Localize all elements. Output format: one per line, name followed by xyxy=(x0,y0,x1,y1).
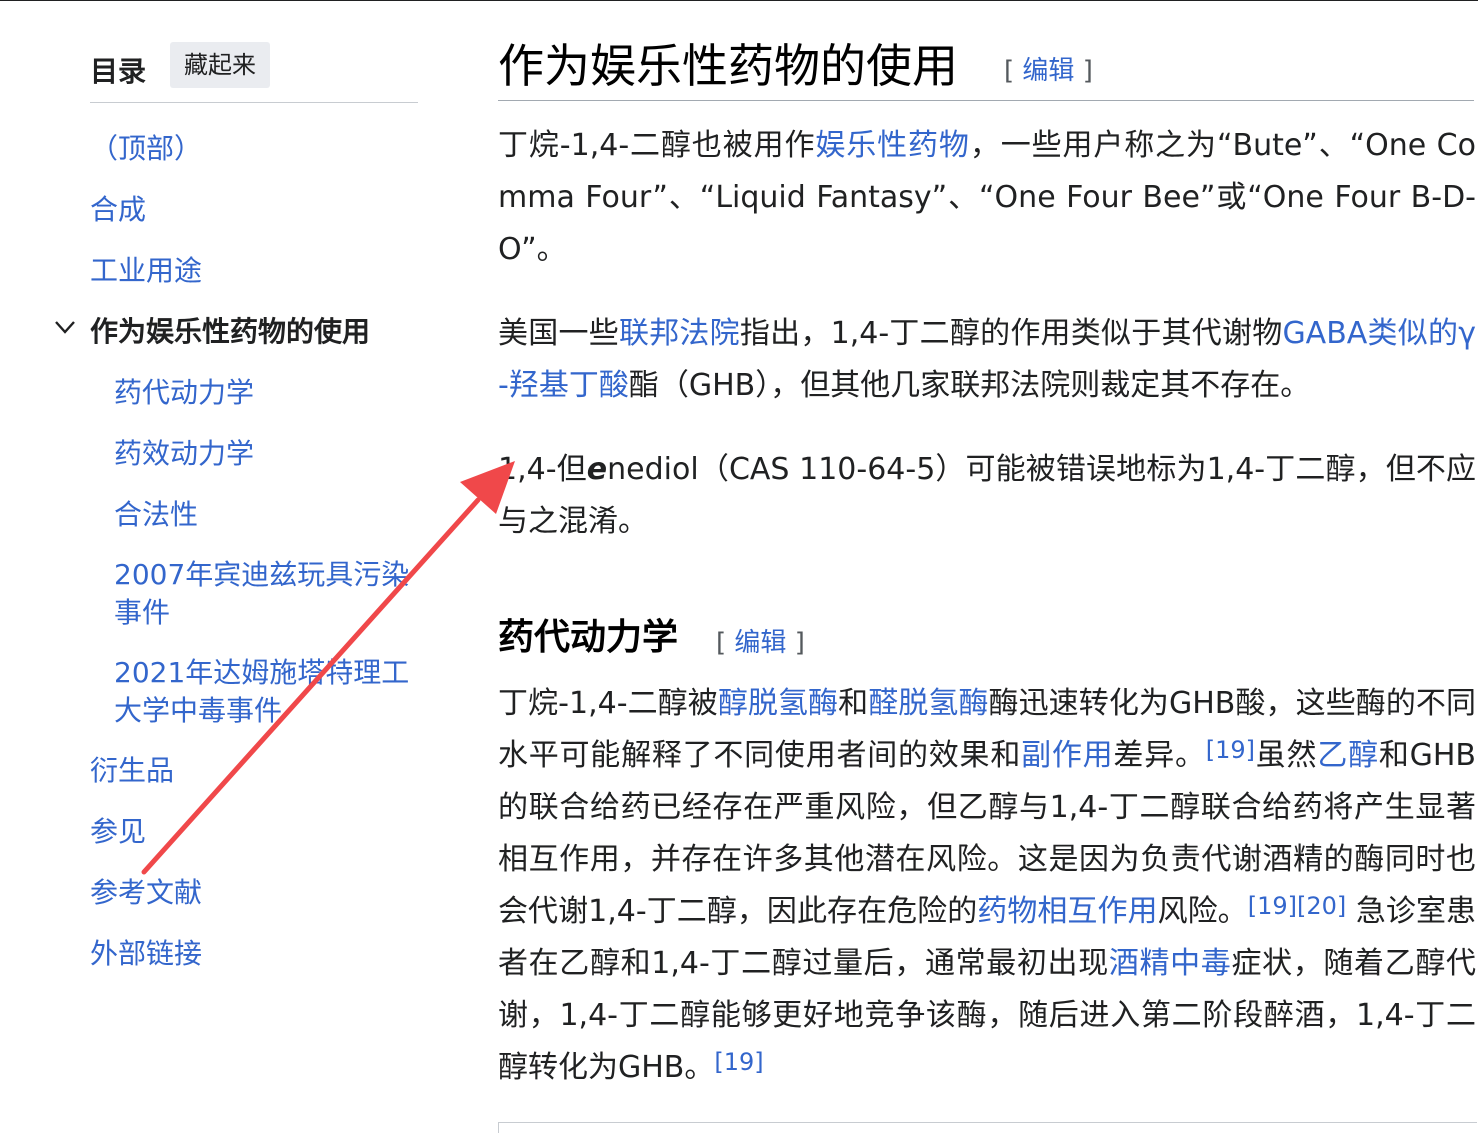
toc-item-synthesis[interactable]: 合成 xyxy=(90,191,146,229)
paragraph-federal-courts: 美国一些联邦法院指出，1,4-丁二醇的作用类似于其代谢物GABA类似的γ-羟基丁… xyxy=(498,316,1477,403)
citation-19-b[interactable]: [19] xyxy=(714,1048,763,1076)
toc-item-see-also[interactable]: 参见 xyxy=(90,813,146,851)
section-heading: 作为娱乐性药物的使用 [ 编辑 ] xyxy=(498,22,1474,101)
link-alcohol-intoxication[interactable]: 酒精中毒 xyxy=(1109,946,1232,981)
toc-item-2007-bindeez-incident[interactable]: 2007年宾迪兹玩具污染事件 xyxy=(114,556,414,632)
toc-title: 目录 xyxy=(90,55,147,88)
toc-item-derivatives[interactable]: 衍生品 xyxy=(90,752,174,790)
table-of-contents: 目录 藏起来 （顶部） 合成 工业用途 作为娱乐性药物的使用 药代动力学 药效动… xyxy=(0,0,440,1130)
link-ethanol[interactable]: 乙醇 xyxy=(1317,738,1379,773)
toc-item-pharmacokinetics[interactable]: 药代动力学 xyxy=(114,374,414,412)
section-edit-link[interactable]: 编辑 xyxy=(1022,56,1074,86)
link-side-effects[interactable]: 副作用 xyxy=(1021,738,1113,773)
next-block-border xyxy=(498,1122,1477,1133)
link-recreational-drug[interactable]: 娱乐性药物 xyxy=(815,128,969,163)
section-edit: [ 编辑 ] xyxy=(1004,56,1093,86)
section-title: 作为娱乐性药物的使用 xyxy=(498,39,958,93)
link-federal-courts[interactable]: 联邦法院 xyxy=(619,316,740,351)
citation-19-20[interactable]: [19][20] xyxy=(1248,892,1347,920)
toc-header: 目录 藏起来 xyxy=(90,42,418,103)
paragraph-recreational-names: 丁烷-1,4-二醇也被用作娱乐性药物，一些用户称之为“Bute”、“One Co… xyxy=(498,128,1476,267)
toc-item-pharmacodynamics[interactable]: 药效动力学 xyxy=(114,435,414,473)
subsection-edit-link[interactable]: 编辑 xyxy=(734,628,786,658)
paragraph-pharmacokinetics: 丁烷-1,4-二醇被醇脱氢酶和醛脱氢酶酶迅速转化为GHB酸，这些酶的不同水平可能… xyxy=(498,686,1477,1085)
paragraph-butenediol: 1,4-但enediol（CAS 110-64-5）可能被错误地标为1,4-丁二… xyxy=(498,452,1476,539)
toc-hide-button[interactable]: 藏起来 xyxy=(170,42,270,88)
toc-item-industrial-use[interactable]: 工业用途 xyxy=(90,252,202,290)
chevron-down-icon[interactable] xyxy=(52,314,78,340)
toc-item-top[interactable]: （顶部） xyxy=(90,130,202,168)
toc-item-external-links[interactable]: 外部链接 xyxy=(90,935,202,973)
toc-item-2021-darmstadt-incident[interactable]: 2021年达姆施塔特理工大学中毒事件 xyxy=(114,654,414,730)
subsection-heading: 药代动力学 [ 编辑 ] xyxy=(498,606,1474,664)
citation-19[interactable]: [19] xyxy=(1206,736,1255,764)
link-alcohol-dehydrogenase[interactable]: 醇脱氢酶 xyxy=(718,686,838,721)
toc-item-recreational-use[interactable]: 作为娱乐性药物的使用 xyxy=(90,313,370,351)
toc-item-legality[interactable]: 合法性 xyxy=(114,496,414,534)
toc-item-references[interactable]: 参考文献 xyxy=(90,874,202,912)
link-aldehyde-dehydrogenase[interactable]: 醛脱氢酶 xyxy=(868,686,988,721)
subsection-edit: [ 编辑 ] xyxy=(716,628,805,658)
subsection-title: 药代动力学 xyxy=(498,617,679,658)
link-drug-interaction[interactable]: 药物相互作用 xyxy=(977,894,1157,929)
